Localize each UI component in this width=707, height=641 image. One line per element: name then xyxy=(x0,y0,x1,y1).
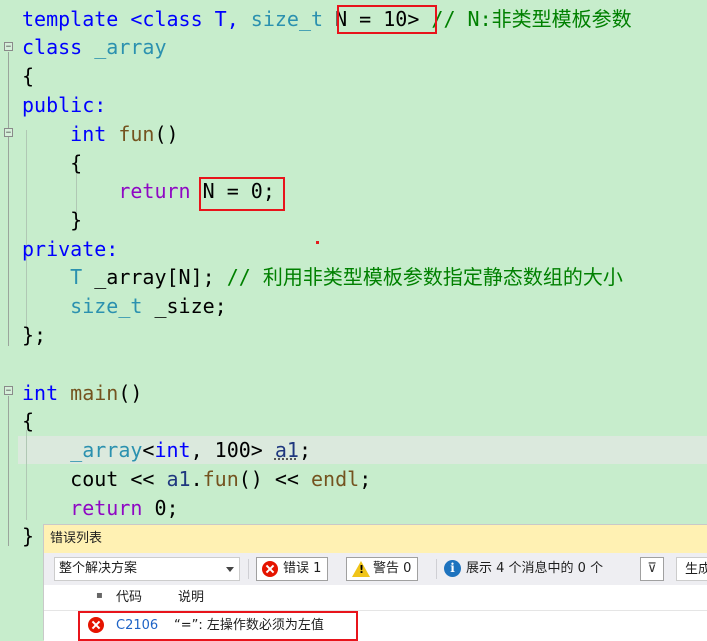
pin-icon: ▪ xyxy=(96,590,103,601)
toolbar-divider xyxy=(248,559,249,579)
error-row[interactable]: C2106 “=”: 左操作数必须为左值 xyxy=(44,611,707,641)
column-header-code[interactable]: 代码 xyxy=(116,585,142,611)
warning-icon: ! xyxy=(352,561,370,577)
column-header-description[interactable]: 说明 xyxy=(178,585,204,611)
fold-toggle-class[interactable]: − xyxy=(4,42,13,52)
annotation-dot xyxy=(316,241,319,244)
filter-icon[interactable]: ⊽ xyxy=(640,557,664,581)
messages-filter-button[interactable]: i 展示 4 个消息中的 0 个 xyxy=(440,557,603,581)
code-line: return 0; xyxy=(70,496,179,520)
scope-select[interactable]: 整个解决方案 xyxy=(54,557,240,581)
code-line: T _array[N]; // 利用非类型模板参数指定静态数组的大小 xyxy=(70,265,623,289)
code-line: int main() xyxy=(22,381,143,405)
code-line: template <class T, size_t N = 10> // N:非… xyxy=(22,7,632,31)
fold-guide xyxy=(8,396,9,546)
warnings-filter-button[interactable]: ! 警告 0 xyxy=(346,557,419,581)
code-line: { xyxy=(22,64,35,88)
fold-toggle-main[interactable]: − xyxy=(4,386,13,396)
code-line: public: xyxy=(22,93,107,117)
code-line: { xyxy=(22,409,35,433)
chevron-down-icon xyxy=(226,567,234,572)
info-icon: i xyxy=(444,560,461,577)
code-editor[interactable]: − − − template <class T, size_t N = 10> … xyxy=(0,0,707,580)
editor-gutter: − − − xyxy=(0,0,18,580)
code-line: int fun() xyxy=(70,122,179,146)
code-line: private: xyxy=(22,237,119,261)
fold-guide xyxy=(8,52,9,346)
toolbar-divider xyxy=(436,559,437,579)
error-list-header: ▪ 代码 说明 xyxy=(44,585,707,611)
error-list-title[interactable]: 错误列表 xyxy=(44,525,707,553)
code-line: size_t _size; xyxy=(70,294,227,318)
highlight-box-template-param xyxy=(337,5,437,34)
code-line: { xyxy=(22,151,83,175)
error-list-panel: 错误列表 整个解决方案 错误 1 ! 警告 0 i 展示 4 个消息中的 0 个 ⊽… xyxy=(43,524,707,641)
error-list-toolbar: 整个解决方案 错误 1 !警告 0 i展示 4 个消息中的 0 个 ⊽ 生成 xyxy=(44,553,707,585)
error-icon xyxy=(262,561,278,577)
code-line: class _array xyxy=(22,35,167,59)
code-line: _array<int, 100> a1; xyxy=(70,438,312,462)
code-line: }; xyxy=(22,323,47,347)
code-line: } xyxy=(22,208,83,232)
highlight-box-return-expr xyxy=(199,177,285,211)
errors-filter-button[interactable]: 错误 1 xyxy=(256,557,329,581)
code-line: cout << a1.fun() << endl; xyxy=(22,467,372,491)
highlight-box-error-row xyxy=(78,611,358,641)
code-line: } xyxy=(22,524,35,548)
build-filter-select[interactable]: 生成 xyxy=(676,557,707,581)
fold-toggle-fun[interactable]: − xyxy=(4,128,13,138)
